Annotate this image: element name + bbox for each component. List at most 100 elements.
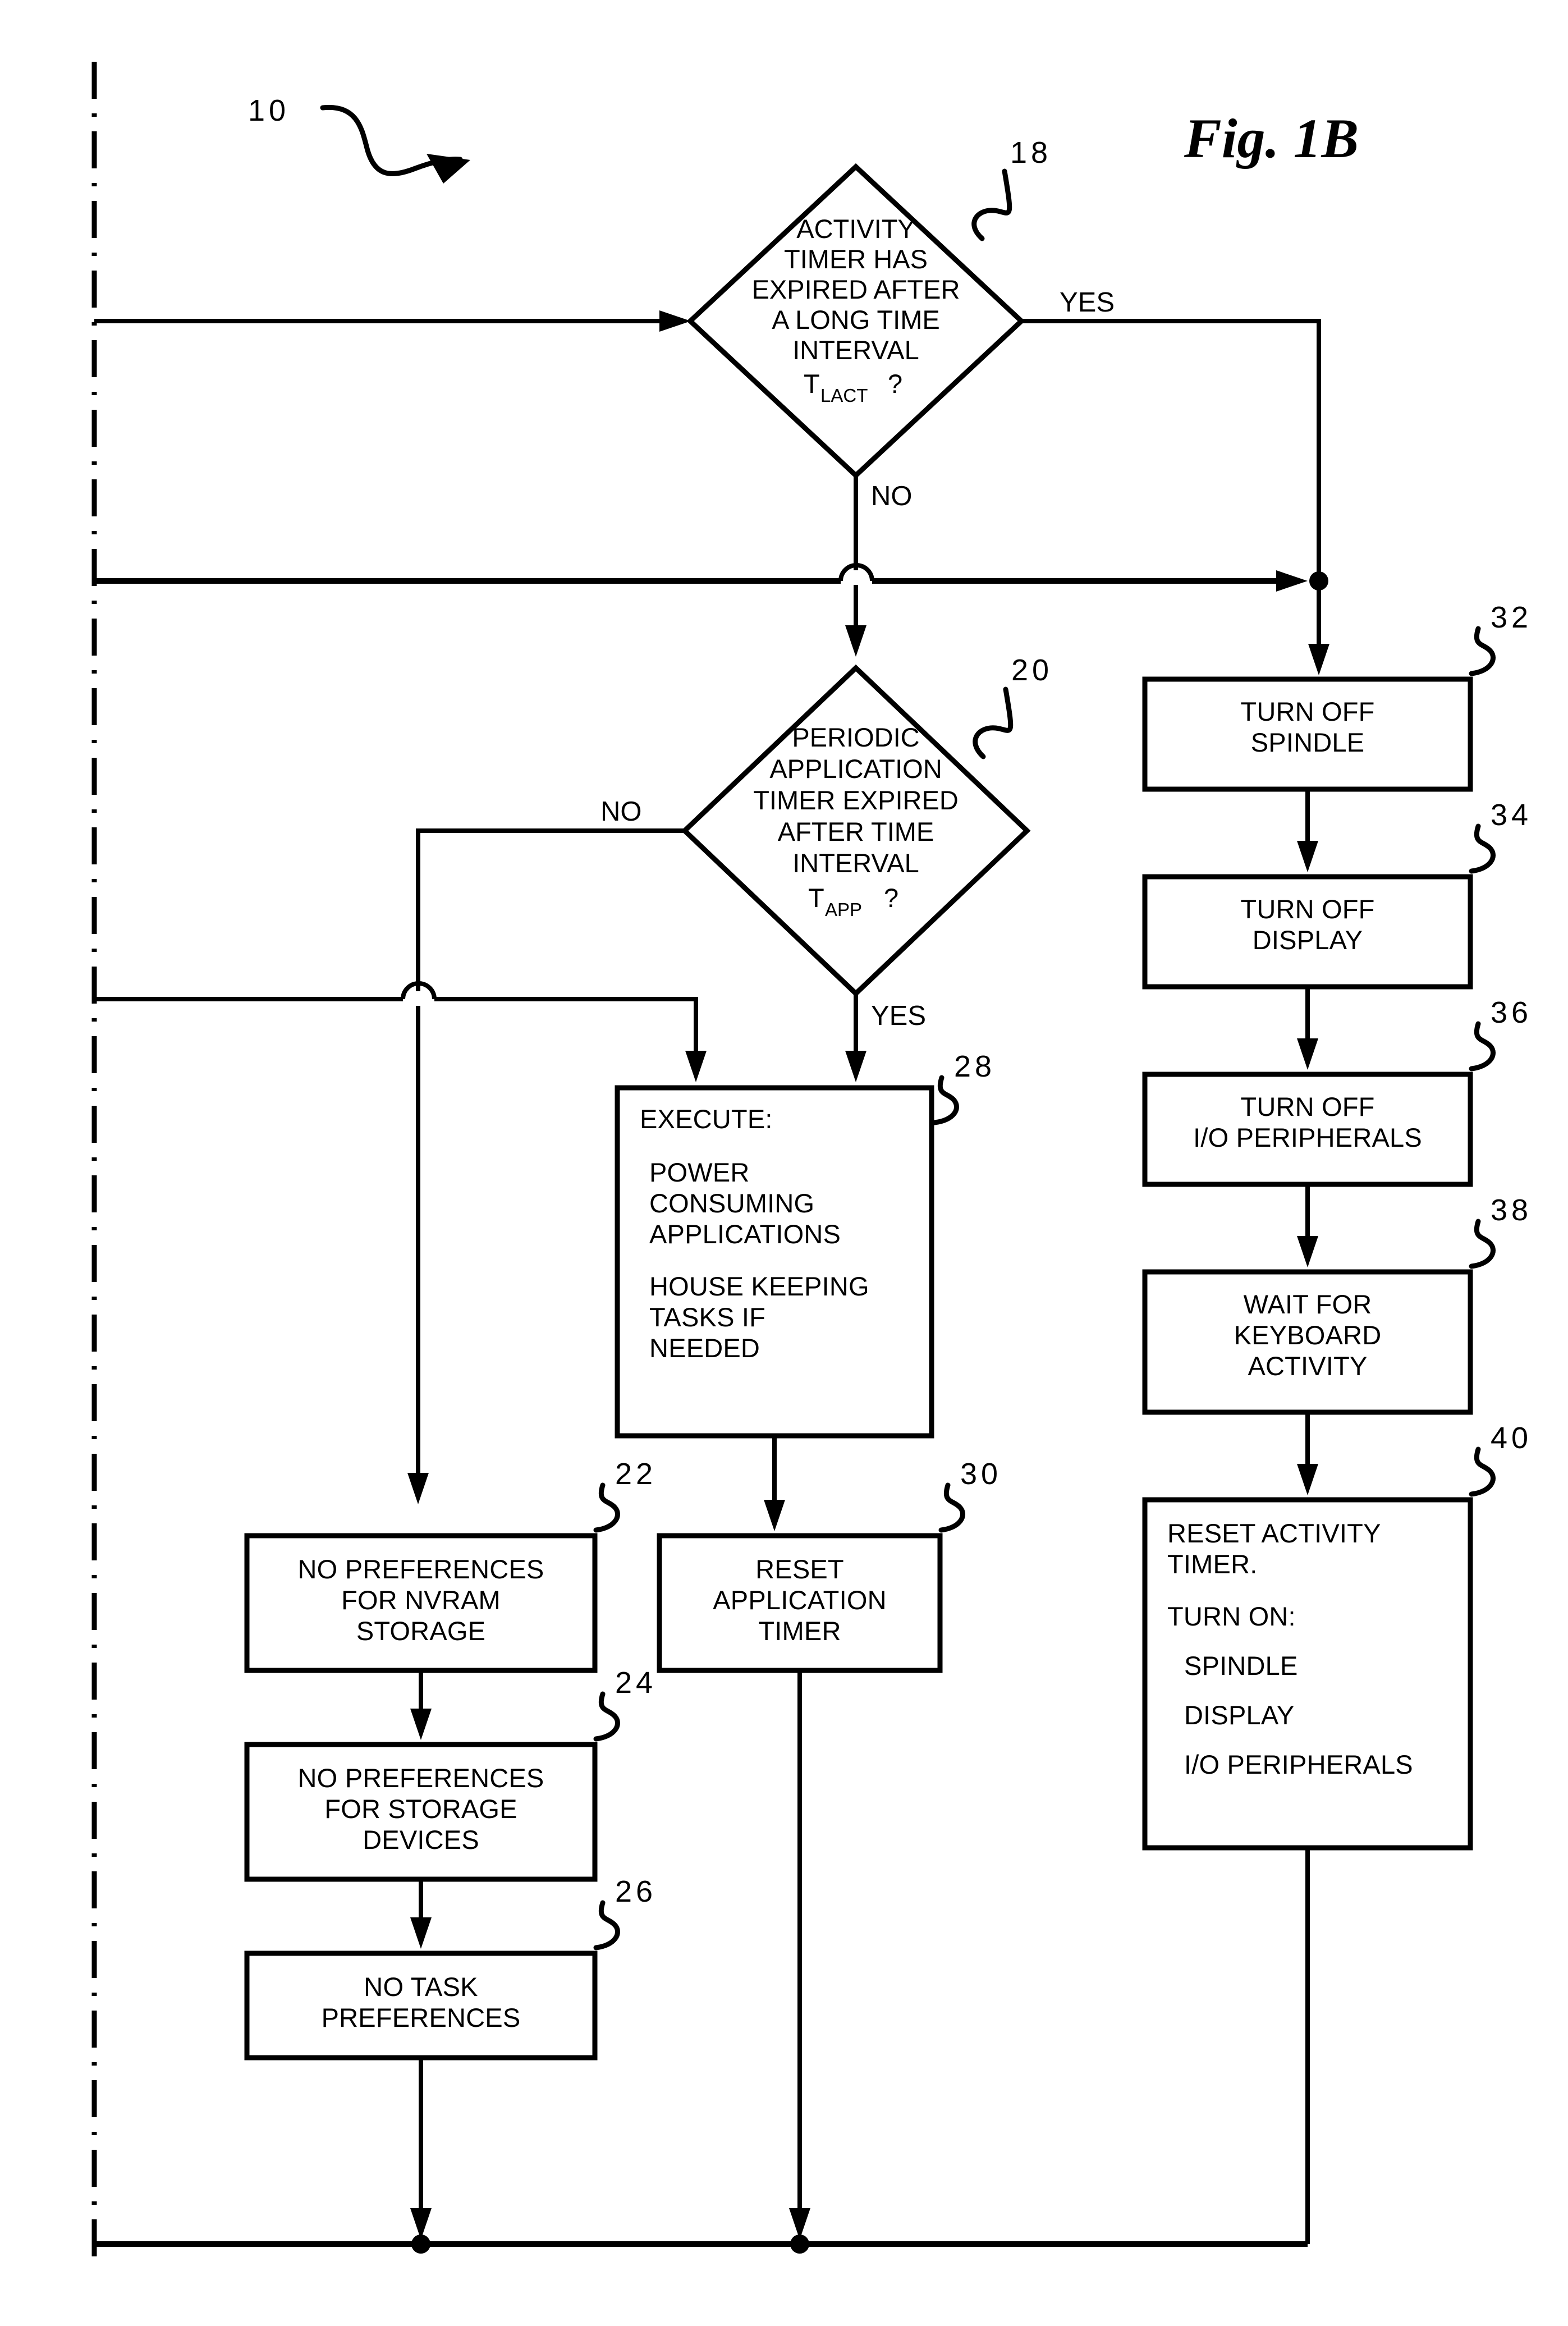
decision-20-line-2: APPLICATION	[769, 754, 942, 784]
ref-number-24: 24	[615, 1666, 657, 1700]
ref-number-36: 36	[1491, 996, 1532, 1029]
yes-branch-20-path	[845, 993, 866, 1082]
decision-20-line-1: PERIODIC	[792, 722, 919, 752]
decision-20-question-mark: ?	[884, 883, 898, 913]
process-30-line-3: TIMER	[758, 1616, 841, 1646]
ref-32-leader	[1469, 626, 1496, 676]
process-28-line-6: TASKS IF	[649, 1302, 765, 1332]
process-22-line-1: NO PREFERENCES	[298, 1554, 544, 1584]
ref-number-28: 28	[954, 1050, 996, 1083]
return-bus-bottom	[94, 2235, 1308, 2254]
ref-number-22: 22	[615, 1457, 657, 1491]
decision-20-line-4: AFTER TIME	[778, 817, 934, 846]
process-38-line-2: KEYBOARD	[1234, 1320, 1382, 1350]
process-40-line-4: SPINDLE	[1184, 1651, 1298, 1681]
process-32-line-2: SPINDLE	[1251, 727, 1365, 757]
ref-36-leader	[1469, 1021, 1496, 1072]
return-bus-upper	[94, 563, 1328, 592]
arrow-30-to-bottom-bus	[789, 1670, 810, 2240]
process-28-line-7: NEEDED	[649, 1333, 760, 1363]
process-28-line-3: CONSUMING	[649, 1188, 814, 1218]
process-28-line-4: APPLICATIONS	[649, 1219, 841, 1249]
process-ref-10-leader	[320, 104, 470, 184]
decision-20-line-5: INTERVAL	[792, 848, 919, 878]
no-branch-20-lower	[407, 1006, 429, 1504]
decision-18-question-mark: ?	[888, 369, 902, 399]
decision-20-var-base: T	[808, 883, 824, 913]
decision-18-line-5: INTERVAL	[792, 335, 919, 365]
ref-40-leader	[1469, 1446, 1496, 1497]
arrow-24-to-26	[410, 1879, 432, 1949]
no-branch-20-upper	[416, 828, 685, 991]
ref-number-26: 26	[615, 1875, 657, 1908]
junction-dot-bottom-left	[411, 2235, 430, 2254]
arrow-34-to-36	[1297, 987, 1318, 1070]
decision-18-line-3: EXPIRED AFTER	[752, 274, 960, 304]
junction-dot-bottom-mid	[790, 2235, 809, 2254]
figure-title: Fig. 1B	[1184, 107, 1359, 170]
process-40-line-5: DISPLAY	[1184, 1700, 1294, 1730]
ref-22-leader	[593, 1482, 620, 1533]
process-34-line-2: DISPLAY	[1253, 925, 1363, 955]
decision-18-var-subscript: LACT	[820, 385, 868, 406]
ref-38-leader	[1469, 1219, 1496, 1269]
arrow-32-to-34	[1297, 789, 1318, 872]
process-36-line-1: TURN OFF	[1240, 1092, 1374, 1121]
decision-18-line-2: TIMER HAS	[784, 244, 928, 274]
process-26-line-2: PREFERENCES	[322, 2003, 521, 2032]
ref-number-18: 18	[1010, 136, 1052, 170]
ref-number-34: 34	[1491, 798, 1532, 832]
process-34-line-1: TURN OFF	[1240, 894, 1374, 924]
process-30-line-1: RESET	[755, 1554, 844, 1584]
process-30-line-2: APPLICATION	[713, 1585, 887, 1615]
edge-label-no-18: NO	[871, 481, 913, 511]
process-40-line-1: RESET ACTIVITY	[1167, 1518, 1381, 1548]
edge-label-no-20: NO	[600, 796, 642, 827]
arrow-to-box-32	[1308, 581, 1329, 675]
ref-28-leader	[932, 1075, 959, 1125]
process-38-line-3: ACTIVITY	[1248, 1351, 1367, 1381]
decision-18-var-base: T	[804, 369, 820, 399]
ref-number-20: 20	[1011, 653, 1053, 687]
ref-30-leader	[938, 1482, 965, 1533]
yes-branch-18-path	[1021, 319, 1321, 584]
process-28-shape	[615, 1085, 934, 1439]
process-22-line-2: FOR NVRAM	[341, 1585, 501, 1615]
process-40-line-6: I/O PERIPHERALS	[1184, 1750, 1413, 1779]
ref-20-leader	[973, 686, 1014, 759]
ref-number-40: 40	[1491, 1421, 1532, 1455]
process-22-line-3: STORAGE	[356, 1616, 485, 1646]
ref-34-leader	[1469, 823, 1496, 874]
process-24-line-1: NO PREFERENCES	[298, 1763, 544, 1793]
process-ref-10: 10	[248, 94, 290, 127]
no-branch-18-lower	[845, 585, 866, 657]
process-40-line-2: TIMER.	[1167, 1549, 1257, 1579]
ref-18-leader	[971, 168, 1012, 241]
decision-18-line-4: A LONG TIME	[772, 305, 940, 335]
arrow-26-to-bottom-bus	[410, 2058, 432, 2240]
decision-20-var-subscript: APP	[825, 899, 862, 920]
ref-26-leader	[593, 1900, 620, 1950]
arrow-22-to-24	[410, 1670, 432, 1740]
entry-arrow-to-decision-18	[94, 310, 691, 332]
ref-number-30: 30	[960, 1457, 1002, 1491]
patent-figure-1b: 10 Fig. 1B ACTIVITY TIMER HAS EXPIRED AF…	[0, 0, 1568, 2326]
process-28-line-1: EXECUTE:	[640, 1104, 773, 1134]
process-28-line-2: POWER	[649, 1157, 750, 1187]
arrow-38-to-40	[1297, 1412, 1318, 1495]
return-bus-mid	[94, 981, 707, 1082]
process-32-line-1: TURN OFF	[1240, 697, 1374, 726]
process-38-line-1: WAIT FOR	[1244, 1289, 1372, 1319]
edge-label-yes-20: YES	[871, 1001, 926, 1031]
process-26-line-1: NO TASK	[364, 1972, 478, 2002]
process-36-line-2: I/O PERIPHERALS	[1193, 1123, 1422, 1152]
ref-24-leader	[593, 1691, 620, 1742]
arrow-28-to-30	[764, 1436, 785, 1531]
flowchart-canvas: 10 Fig. 1B ACTIVITY TIMER HAS EXPIRED AF…	[91, 62, 1532, 2268]
process-28-line-5: HOUSE KEEPING	[649, 1271, 869, 1301]
arrow-36-to-38	[1297, 1184, 1318, 1267]
ref-number-38: 38	[1491, 1193, 1532, 1227]
process-24-line-3: DEVICES	[363, 1825, 479, 1855]
edge-label-yes-18: YES	[1060, 287, 1115, 318]
process-24-line-2: FOR STORAGE	[324, 1794, 517, 1824]
